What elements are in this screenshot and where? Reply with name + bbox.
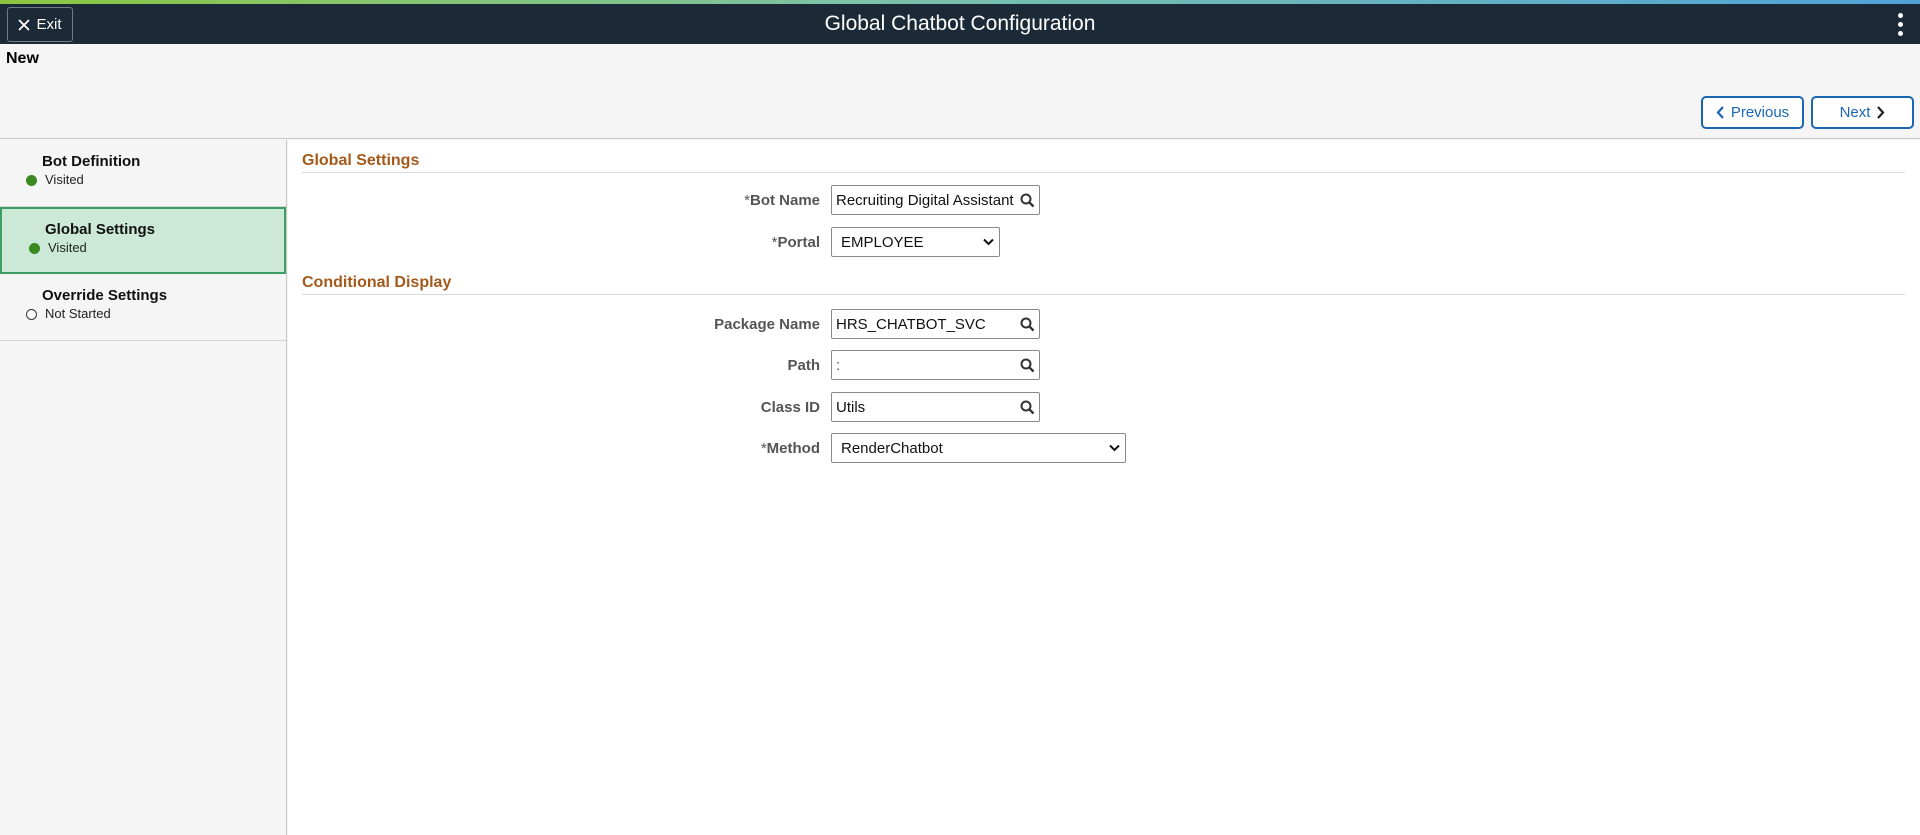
package-name-value: HRS_CHATBOT_SVC xyxy=(836,316,986,333)
search-icon[interactable] xyxy=(1020,358,1035,373)
step-status: Visited xyxy=(48,240,87,255)
previous-label: Previous xyxy=(1730,104,1790,121)
bot-name-label: *Bot Name xyxy=(744,192,820,209)
class-id-label: Class ID xyxy=(760,399,820,416)
path-field[interactable]: : xyxy=(831,350,1040,380)
chevron-right-icon xyxy=(1877,106,1885,119)
portal-select[interactable]: EMPLOYEE xyxy=(831,227,1000,257)
search-icon[interactable] xyxy=(1020,400,1035,415)
package-name-label: Package Name xyxy=(714,316,820,333)
step-label: Global Settings xyxy=(45,221,156,238)
step-override-settings[interactable]: Override Settings Not Started xyxy=(0,274,286,341)
step-label: Override Settings xyxy=(42,287,168,304)
not-started-status-icon xyxy=(26,309,37,320)
banner: Exit Global Chatbot Configuration xyxy=(0,4,1920,44)
portal-label: *Portal xyxy=(771,234,820,251)
step-status: Not Started xyxy=(45,306,111,321)
class-id-value: Utils xyxy=(836,399,866,416)
chevron-down-icon xyxy=(983,238,994,246)
previous-button[interactable]: Previous xyxy=(1701,96,1804,129)
conditional-display-heading: Conditional Display xyxy=(302,274,1905,295)
path-label: Path xyxy=(787,357,820,374)
step-status: Visited xyxy=(45,172,84,187)
portal-value: EMPLOYEE xyxy=(841,234,924,251)
visited-status-icon xyxy=(26,175,37,186)
method-value: RenderChatbot xyxy=(841,440,943,457)
bot-name-value: Recruiting Digital Assistant xyxy=(836,192,1014,209)
method-label: *Method xyxy=(760,440,820,457)
chevron-down-icon xyxy=(1109,444,1120,452)
actions-menu-icon[interactable] xyxy=(1894,10,1906,38)
package-name-field[interactable]: HRS_CHATBOT_SVC xyxy=(831,309,1040,339)
page-header: New Previous Next xyxy=(0,44,1920,139)
step-navigation: Bot Definition Visited Global Settings V… xyxy=(0,140,287,835)
search-icon[interactable] xyxy=(1020,317,1035,332)
global-settings-heading: Global Settings xyxy=(302,152,1905,173)
search-icon[interactable] xyxy=(1020,193,1035,208)
method-select[interactable]: RenderChatbot xyxy=(831,433,1126,463)
step-bot-definition[interactable]: Bot Definition Visited xyxy=(0,140,286,207)
next-label: Next xyxy=(1839,104,1871,121)
step-label: Bot Definition xyxy=(42,153,141,170)
page-mode-label: New xyxy=(6,50,39,67)
page-title: Global Chatbot Configuration xyxy=(824,12,1096,35)
step-global-settings[interactable]: Global Settings Visited xyxy=(0,207,286,274)
chevron-left-icon xyxy=(1716,106,1724,119)
path-value: : xyxy=(836,357,841,374)
next-button[interactable]: Next xyxy=(1811,96,1914,129)
bot-name-field[interactable]: Recruiting Digital Assistant xyxy=(831,185,1040,215)
visited-status-icon xyxy=(29,243,40,254)
class-id-field[interactable]: Utils xyxy=(831,392,1040,422)
main-content: Global Settings *Bot Name Recruiting Dig… xyxy=(288,140,1920,835)
